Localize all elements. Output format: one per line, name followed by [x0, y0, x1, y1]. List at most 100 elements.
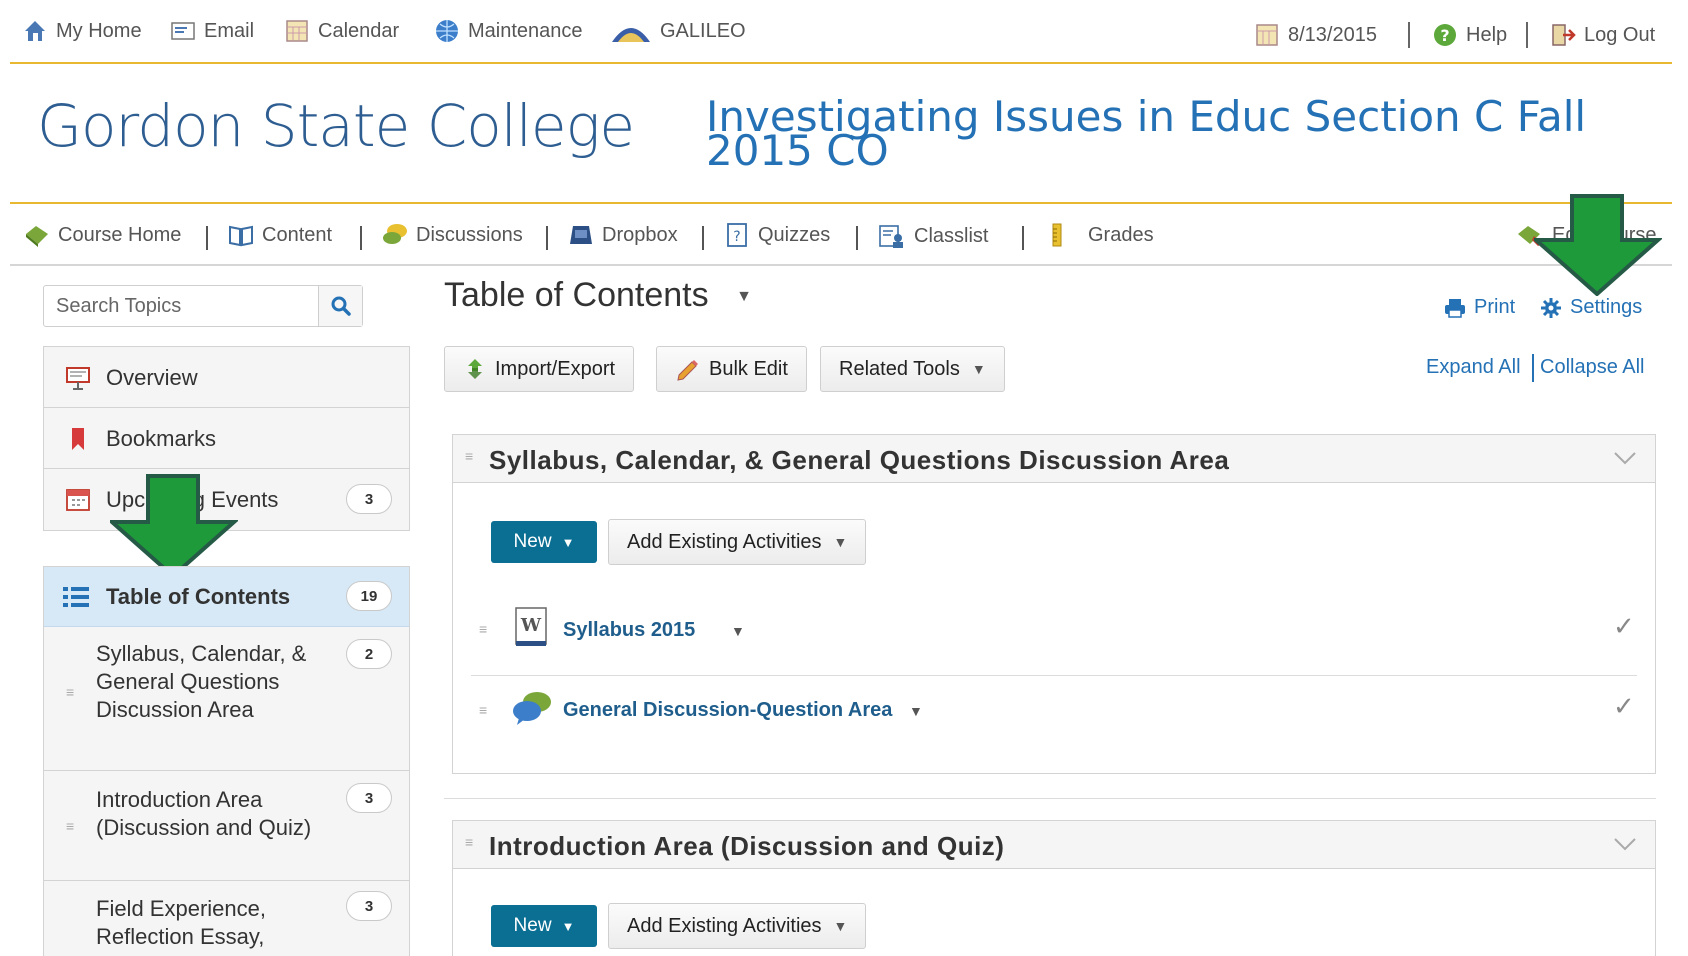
- module-divider: [444, 798, 1656, 799]
- search-topics: [43, 285, 363, 327]
- home-icon: [25, 21, 45, 41]
- chevron-down-icon[interactable]: [1613, 451, 1637, 465]
- help-link[interactable]: ? Help: [1432, 22, 1507, 48]
- sidebar-item-label: Overview: [106, 365, 198, 390]
- dropbox-icon: [570, 226, 592, 244]
- count-badge: 19: [346, 581, 392, 611]
- new-button[interactable]: New ▼: [491, 905, 597, 947]
- date-label: 8/13/2015: [1288, 23, 1377, 46]
- count-badge: 3: [346, 783, 392, 813]
- chevron-down-icon[interactable]: ▼: [736, 288, 752, 305]
- institution-logo[interactable]: Gordon State College: [37, 92, 635, 160]
- discussion-icon: [513, 692, 551, 725]
- topic-link[interactable]: Syllabus 2015: [563, 619, 695, 642]
- drag-handle-icon[interactable]: ≡: [66, 819, 80, 833]
- toc-module-label: Syllabus, Calendar, & General Questions …: [96, 641, 307, 722]
- add-existing-activities-button[interactable]: Add Existing Activities ▼: [608, 519, 867, 565]
- collapse-all-link[interactable]: Collapse All: [1540, 356, 1645, 379]
- new-button[interactable]: New ▼: [491, 521, 597, 563]
- email-link[interactable]: Email: [170, 18, 254, 44]
- toc-module-item[interactable]: ≡ Syllabus, Calendar, & General Question…: [44, 627, 409, 771]
- toc-module-label: Field Experience, Reflection Essay,: [96, 896, 266, 949]
- overview-icon: [66, 367, 90, 390]
- galileo-label: GALILEO: [660, 19, 746, 42]
- galileo-logo-icon: [612, 28, 650, 42]
- checkmark-icon: ✓: [1613, 611, 1635, 641]
- search-button[interactable]: [318, 286, 362, 326]
- logout-link[interactable]: Log Out: [1550, 22, 1655, 48]
- nav-classlist[interactable]: Classlist: [878, 222, 988, 250]
- calendar-label: Calendar: [318, 19, 400, 42]
- quiz-icon: ?: [727, 223, 747, 247]
- chevron-down-icon: ▼: [971, 361, 986, 377]
- list-icon: [63, 587, 89, 607]
- nav-label: Content: [262, 223, 333, 246]
- nav-dropbox[interactable]: Dropbox: [568, 222, 678, 248]
- chevron-down-icon[interactable]: ▼: [731, 623, 745, 639]
- galileo-link[interactable]: GALILEO: [610, 18, 746, 44]
- collapse-all-label: Collapse All: [1540, 356, 1645, 378]
- toc-label: Table of Contents: [106, 584, 291, 609]
- my-home-link[interactable]: My Home: [22, 18, 142, 44]
- module-title: Introduction Area (Discussion and Quiz): [489, 831, 1005, 861]
- import-export-icon: [468, 359, 482, 379]
- maintenance-link[interactable]: Maintenance: [434, 18, 583, 44]
- calendar-link[interactable]: Calendar: [284, 18, 399, 44]
- nav-discussions[interactable]: Discussions: [382, 222, 523, 248]
- course-home-icon: [26, 226, 48, 247]
- nav-divider: [856, 226, 858, 250]
- drag-handle-icon[interactable]: ≡: [465, 449, 479, 463]
- module-header[interactable]: ≡ Syllabus, Calendar, & General Question…: [453, 435, 1655, 483]
- svg-text:W: W: [520, 615, 542, 636]
- book-icon: [229, 225, 253, 247]
- chevron-down-icon[interactable]: ▼: [909, 703, 923, 719]
- nav-label: Course Home: [58, 223, 182, 246]
- expand-all-link[interactable]: Expand All: [1426, 356, 1521, 379]
- nav-divider: [546, 226, 548, 250]
- toc-module-item[interactable]: Field Experience, Reflection Essay, 3: [44, 881, 409, 956]
- course-navbar: Course Home Content Discussions Dropbox …: [10, 202, 1672, 266]
- drag-handle-icon[interactable]: ≡: [465, 835, 479, 849]
- module-header[interactable]: ≡ Introduction Area (Discussion and Quiz…: [453, 821, 1655, 869]
- chevron-down-icon: ▼: [561, 534, 575, 550]
- print-link[interactable]: Print: [1444, 296, 1515, 319]
- nav-divider: [702, 226, 704, 250]
- settings-link[interactable]: Settings: [1540, 296, 1642, 319]
- minibar: My Home Email Calendar Maintenance GALIL…: [10, 0, 1672, 64]
- help-label: Help: [1466, 23, 1508, 46]
- printer-icon: [1445, 298, 1465, 318]
- count-badge: 3: [346, 484, 392, 514]
- drag-handle-icon[interactable]: ≡: [479, 703, 493, 717]
- drag-handle-icon[interactable]: ≡: [66, 685, 80, 699]
- logout-icon: [1552, 24, 1576, 46]
- nav-content[interactable]: Content: [228, 222, 332, 248]
- nav-label: Grades: [1088, 223, 1154, 246]
- button-label: Bulk Edit: [709, 357, 788, 380]
- drag-handle-icon[interactable]: ≡: [479, 622, 493, 636]
- toc-module-label: Introduction Area (Discussion and Quiz): [96, 787, 312, 840]
- calendar-date-icon: [1256, 24, 1278, 46]
- content-module: ≡ Syllabus, Calendar, & General Question…: [452, 434, 1656, 774]
- page-title-label: Table of Contents: [444, 276, 709, 314]
- nav-grades[interactable]: Grades: [1044, 222, 1154, 248]
- sidebar-item-label: Bookmarks: [106, 426, 217, 451]
- sidebar-item-overview[interactable]: Overview: [44, 347, 409, 408]
- page-title[interactable]: Table of Contents ▼: [444, 276, 752, 315]
- sidebar-item-bookmarks[interactable]: Bookmarks: [44, 408, 409, 469]
- chevron-down-icon: ▼: [833, 534, 848, 550]
- module-title: Syllabus, Calendar, & General Questions …: [489, 445, 1230, 475]
- nav-divider: [206, 226, 208, 250]
- toc-module-item[interactable]: ≡ Introduction Area (Discussion and Quiz…: [44, 771, 409, 881]
- import-export-button[interactable]: Import/Export: [444, 346, 635, 392]
- bulk-edit-button[interactable]: Bulk Edit: [656, 346, 807, 392]
- classlist-icon: [879, 225, 903, 248]
- sidebar-item-toc[interactable]: Table of Contents 19: [44, 567, 409, 627]
- word-doc-icon: W: [515, 607, 547, 646]
- add-existing-activities-button[interactable]: Add Existing Activities ▼: [608, 903, 867, 949]
- nav-quizzes[interactable]: ? Quizzes: [724, 222, 830, 248]
- nav-course-home[interactable]: Course Home: [24, 222, 181, 248]
- topic-link[interactable]: General Discussion-Question Area: [563, 699, 892, 722]
- related-tools-button[interactable]: Related Tools ▼: [820, 346, 1005, 392]
- search-input[interactable]: [44, 286, 320, 326]
- chevron-down-icon[interactable]: [1613, 837, 1637, 851]
